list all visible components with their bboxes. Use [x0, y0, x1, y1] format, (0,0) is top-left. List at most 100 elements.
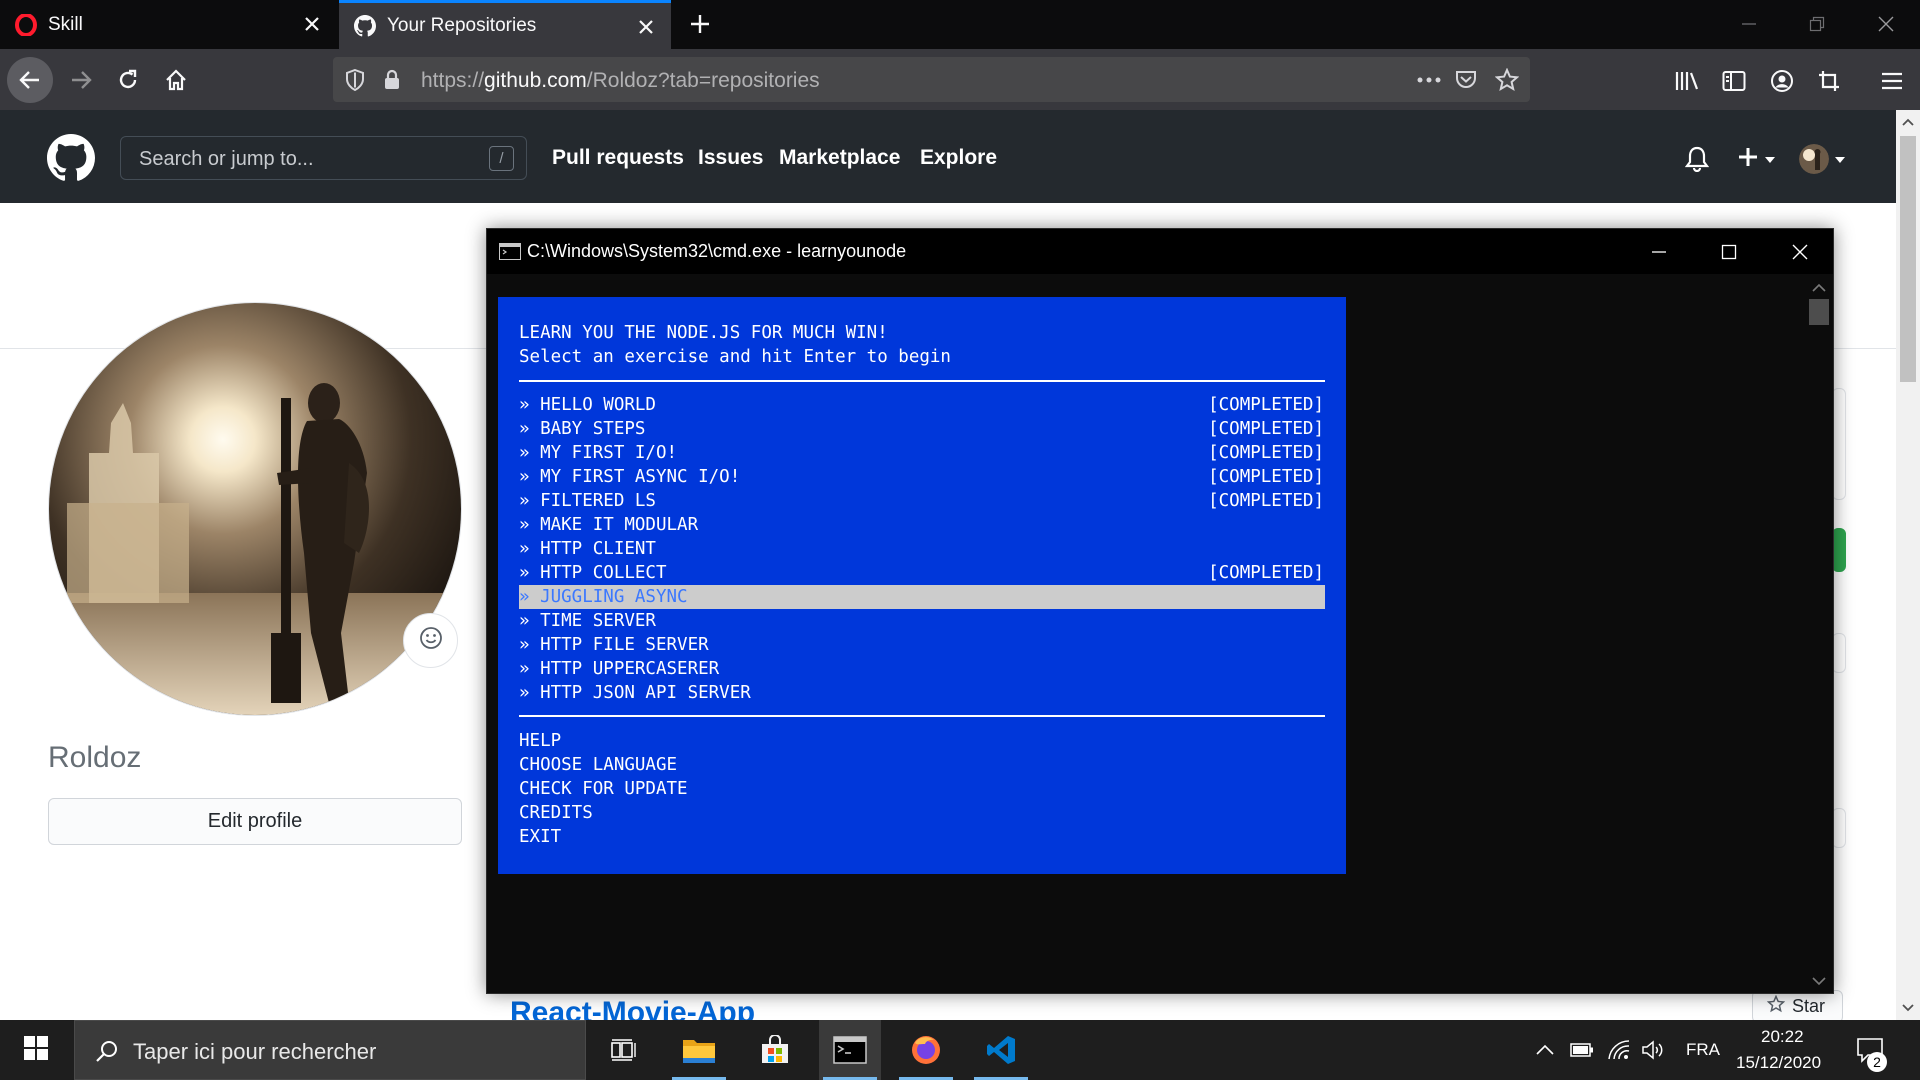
exercise-item[interactable]: » MY FIRST I/O! — [519, 441, 677, 465]
command-prompt-icon[interactable] — [819, 1020, 881, 1080]
menu-credits[interactable]: CREDITS — [519, 801, 593, 825]
repo-item-edge — [1832, 808, 1846, 848]
search-icon — [91, 1035, 123, 1067]
taskbar-search-input[interactable]: Taper ici pour rechercher — [74, 1020, 586, 1080]
home-icon[interactable] — [157, 61, 195, 99]
page-scrollbar[interactable] — [1896, 110, 1920, 1020]
volume-icon[interactable] — [1640, 1036, 1666, 1064]
shield-icon[interactable] — [343, 68, 367, 92]
crop-extension-icon[interactable] — [1815, 67, 1843, 95]
menu-choose-language[interactable]: CHOOSE LANGUAGE — [519, 753, 677, 777]
url-text[interactable]: https://github.com/Roldoz?tab=repositori… — [421, 69, 820, 93]
nav-marketplace[interactable]: Marketplace — [779, 146, 900, 170]
exercise-item[interactable]: » HTTP UPPERCASERER — [519, 657, 719, 681]
wifi-icon[interactable] — [1606, 1036, 1632, 1064]
maximize-icon[interactable] — [1707, 237, 1751, 267]
exercise-item[interactable]: » TIME SERVER — [519, 609, 656, 633]
start-button[interactable] — [0, 1020, 72, 1080]
new-tab-icon[interactable] — [686, 10, 714, 38]
firefox-icon[interactable] — [895, 1020, 957, 1080]
set-status-button[interactable] — [403, 613, 458, 668]
minimize-icon[interactable] — [1637, 237, 1681, 267]
filter-box-edge — [1832, 633, 1846, 673]
task-view-icon[interactable] — [593, 1020, 655, 1080]
reload-icon[interactable] — [109, 61, 147, 99]
exercise-status: [COMPLETED] — [1208, 395, 1324, 415]
close-window-icon[interactable] — [1872, 12, 1900, 36]
green-button-edge[interactable] — [1832, 528, 1846, 572]
user-menu-dropdown[interactable] — [1797, 142, 1847, 176]
exercise-item[interactable]: » FILTERED LS — [519, 489, 656, 513]
scroll-up-arrow-icon[interactable] — [1812, 280, 1826, 298]
search-placeholder: Search or jump to... — [139, 148, 314, 170]
close-icon[interactable] — [1778, 237, 1822, 267]
file-explorer-icon[interactable] — [668, 1020, 730, 1080]
opera-icon — [14, 13, 38, 37]
exercise-item[interactable]: » HTTP COLLECT — [519, 561, 667, 585]
scroll-down-arrow-icon[interactable] — [1900, 1000, 1916, 1016]
caret-down-icon — [1835, 150, 1845, 168]
exercise-item[interactable]: » BABY STEPS — [519, 417, 645, 441]
close-tab-icon[interactable] — [299, 11, 325, 37]
clock-date[interactable]: 15/12/2020 — [1736, 1053, 1821, 1073]
scroll-thumb[interactable] — [1900, 136, 1916, 382]
exercise-item[interactable]: » HTTP CLIENT — [519, 537, 656, 561]
browser-navigation-bar: https://github.com/Roldoz?tab=repositori… — [0, 49, 1920, 110]
menu-check-update[interactable]: CHECK FOR UPDATE — [519, 777, 688, 801]
exercise-item[interactable]: » MAKE IT MODULAR — [519, 513, 698, 537]
scroll-up-arrow-icon[interactable] — [1900, 114, 1916, 130]
exercise-item[interactable]: » HTTP JSON API SERVER — [519, 681, 751, 705]
menu-help[interactable]: HELP — [519, 729, 561, 753]
exercise-status: [COMPLETED] — [1208, 491, 1324, 511]
notification-count-badge: 2 — [1867, 1052, 1887, 1072]
scroll-down-arrow-icon[interactable] — [1812, 973, 1826, 991]
caret-down-icon — [1765, 150, 1775, 168]
edit-profile-button[interactable]: Edit profile — [48, 798, 462, 845]
microsoft-store-icon[interactable] — [744, 1020, 806, 1080]
back-arrow-icon[interactable] — [7, 57, 53, 103]
star-icon — [1766, 994, 1786, 1018]
github-search-input[interactable]: Search or jump to... / — [120, 136, 527, 180]
clock-time[interactable]: 20:22 — [1761, 1027, 1804, 1047]
windows-logo-icon — [24, 1035, 48, 1065]
windows-taskbar: Taper ici pour rechercher FRA 20:22 15/1… — [0, 1020, 1920, 1080]
pocket-icon[interactable] — [1454, 68, 1478, 92]
cmd-window[interactable]: C:\Windows\System32\cmd.exe - learnyouno… — [486, 228, 1834, 994]
show-hidden-icons-icon[interactable] — [1534, 1036, 1556, 1064]
lock-icon[interactable] — [380, 68, 404, 92]
nav-pull-requests[interactable]: Pull requests — [552, 146, 684, 170]
hamburger-menu-icon[interactable] — [1878, 67, 1906, 95]
url-path: /Roldoz?tab=repositories — [586, 69, 820, 92]
profile-avatar[interactable] — [48, 302, 462, 716]
page-actions-icon[interactable] — [1417, 68, 1441, 92]
github-logo-icon[interactable] — [47, 134, 95, 182]
bell-icon[interactable] — [1683, 142, 1711, 176]
cmd-scrollbar[interactable] — [1807, 276, 1831, 989]
star-button[interactable]: Star — [1752, 990, 1843, 1023]
tab-skill[interactable]: Skill — [0, 0, 337, 49]
url-host: github.com — [484, 69, 587, 92]
tab-your-repositories[interactable]: Your Repositories — [339, 0, 671, 49]
account-icon[interactable] — [1768, 67, 1796, 95]
exercise-item[interactable]: » HELLO WORLD — [519, 393, 656, 417]
sidebar-icon[interactable] — [1720, 67, 1748, 95]
input-language[interactable]: FRA — [1686, 1040, 1720, 1060]
cmd-title-bar[interactable]: C:\Windows\System32\cmd.exe - learnyouno… — [487, 229, 1833, 274]
exercise-item[interactable]: » MY FIRST ASYNC I/O! — [519, 465, 740, 489]
restore-icon[interactable] — [1803, 12, 1831, 36]
exercise-item[interactable]: » HTTP FILE SERVER — [519, 633, 709, 657]
cmd-scroll-thumb[interactable] — [1809, 299, 1829, 325]
nav-issues[interactable]: Issues — [698, 146, 763, 170]
close-tab-icon[interactable] — [633, 14, 659, 40]
battery-icon[interactable] — [1569, 1036, 1595, 1064]
create-new-dropdown[interactable] — [1733, 142, 1779, 176]
forward-arrow-icon[interactable] — [62, 61, 100, 99]
vscode-icon[interactable] — [970, 1020, 1032, 1080]
exercise-item-selected[interactable]: » JUGGLING ASYNC — [519, 585, 688, 609]
address-bar[interactable]: https://github.com/Roldoz?tab=repositori… — [333, 57, 1530, 102]
minimize-icon[interactable] — [1735, 12, 1763, 36]
library-icon[interactable] — [1673, 67, 1701, 95]
nav-explore[interactable]: Explore — [920, 146, 997, 170]
menu-exit[interactable]: EXIT — [519, 825, 561, 849]
bookmark-star-icon[interactable] — [1495, 68, 1519, 92]
